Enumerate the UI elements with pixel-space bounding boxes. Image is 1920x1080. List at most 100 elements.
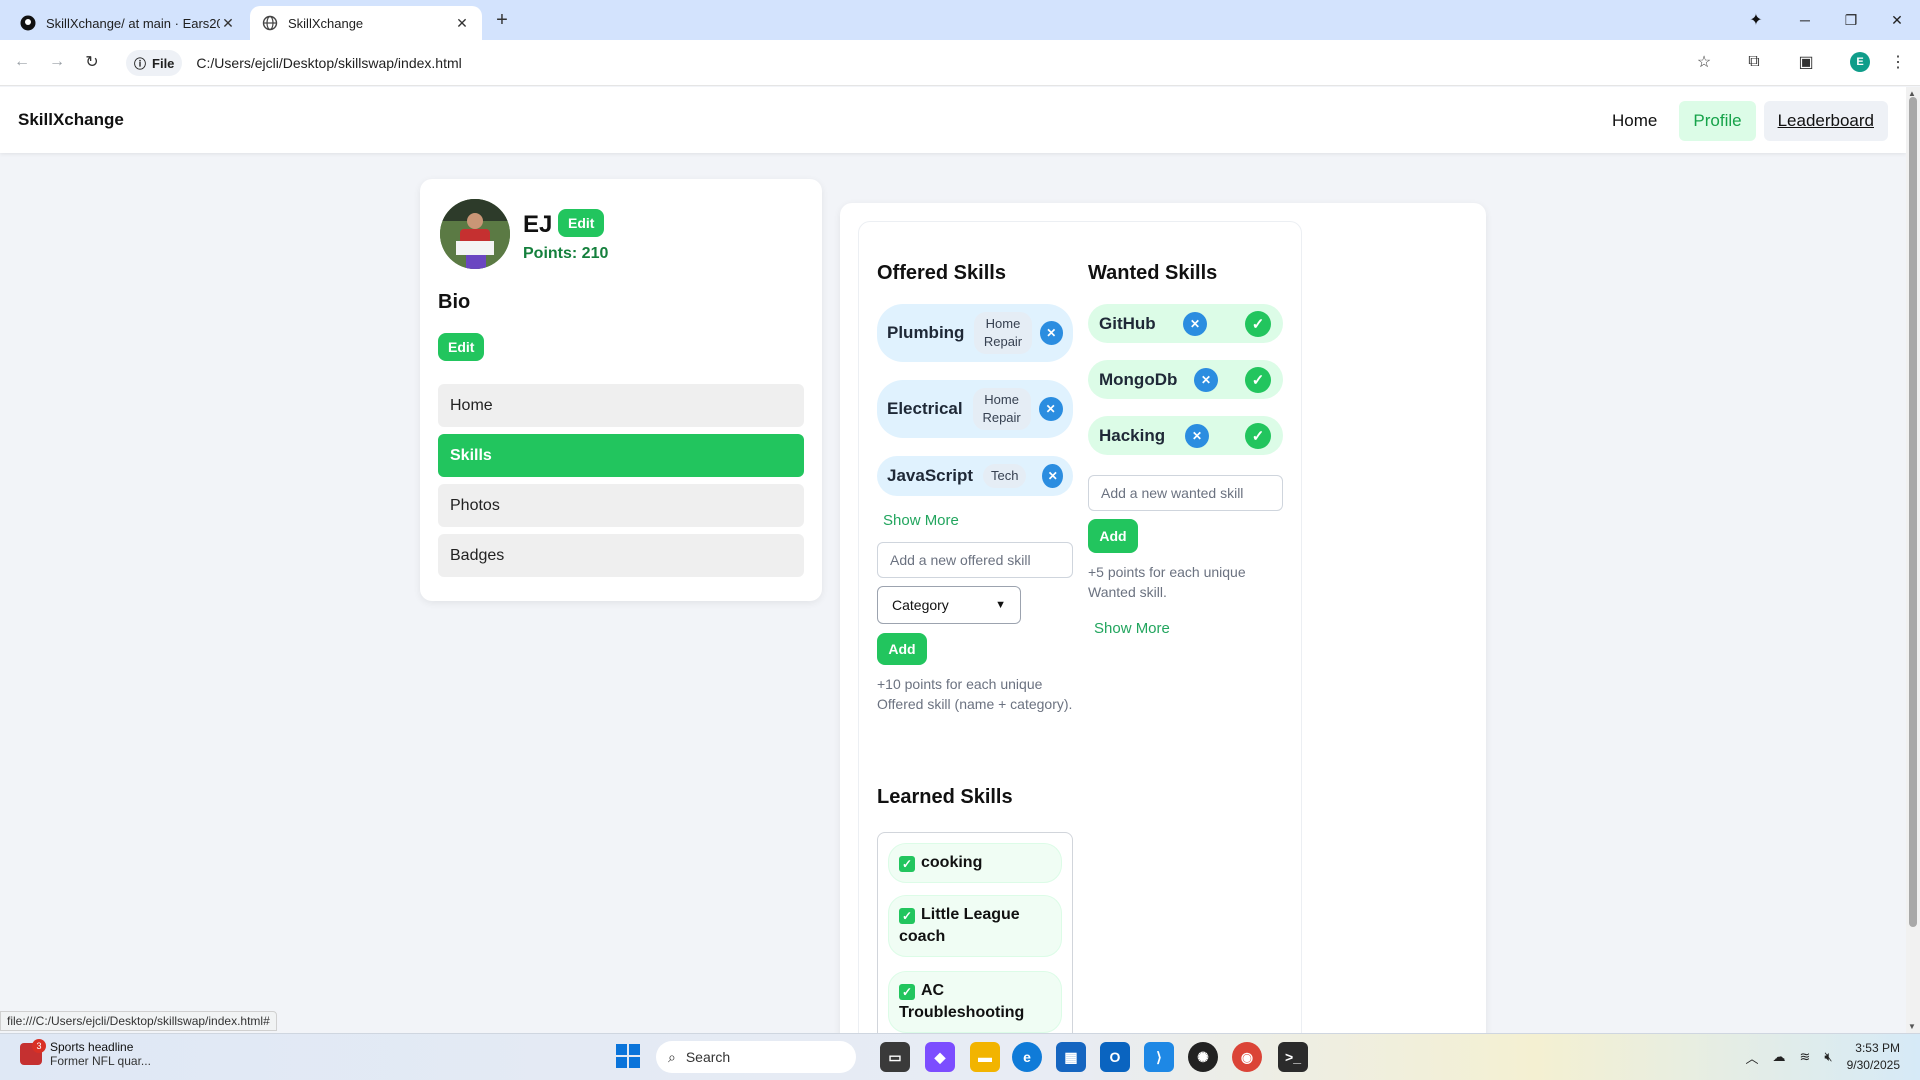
close-window-icon[interactable]: ✕ [1874,12,1920,29]
browser-tab-strip: SkillXchange/ at main · Ears200 ✕ SkillX… [0,0,1920,40]
offered-skill-item: Plumbing Home Repair ✕ [877,304,1073,362]
task-view-icon[interactable]: ▭ [880,1042,910,1072]
skill-name: GitHub [1099,313,1156,333]
category-select[interactable]: Category ▼ [877,586,1021,624]
menu-item-home[interactable]: Home [438,384,804,427]
offered-show-more-link[interactable]: Show More [883,512,959,529]
brand-logo[interactable]: SkillXchange [18,110,124,130]
chrome-icon[interactable]: ◉ [1232,1042,1262,1072]
nav-home-link[interactable]: Home [1598,101,1671,141]
checkbox-checked-icon: ✓ [899,984,915,1000]
wanted-skill-input[interactable]: Add a new wanted skill [1088,475,1283,511]
status-url-bubble: file:///C:/Users/ejcli/Desktop/skillswap… [0,1011,277,1031]
skills-panel: Offered Skills Plumbing Home Repair ✕ El… [840,203,1486,1033]
bio-heading: Bio [438,291,471,313]
onedrive-icon[interactable]: ☁ [1773,1049,1786,1065]
menu-kebab-icon[interactable]: ⋮ [1886,50,1910,74]
wanted-show-more-link[interactable]: Show More [1094,620,1170,637]
chevron-up-icon[interactable]: ︿ [1745,1048,1758,1067]
skill-name: Hacking [1099,425,1166,445]
profile-avatar-button[interactable]: E [1848,50,1872,74]
skill-name: Plumbing [887,323,965,342]
forward-icon[interactable]: → [45,50,69,74]
points-label: Points: 210 [523,245,609,262]
taskbar-search[interactable]: ⌕ Search [656,1041,856,1073]
windows-start-icon[interactable] [616,1044,640,1068]
new-tab-icon[interactable]: + [490,8,514,32]
gemini-icon[interactable]: ✦ [1744,8,1768,32]
profile-card: EJ Edit Points: 210 Bio Edit Home Skills… [420,179,822,601]
edit-bio-button[interactable]: Edit [438,333,485,361]
remove-icon[interactable]: ✕ [1042,464,1063,488]
learned-skills-heading: Learned Skills [877,786,1013,808]
bookmark-star-icon[interactable]: ☆ [1692,50,1716,74]
user-name: EJ [523,211,553,238]
remove-icon[interactable]: ✕ [1039,321,1063,345]
window-controls: ─ ❐ ✕ [1782,0,1920,40]
add-wanted-skill-button[interactable]: Add [1088,519,1138,553]
check-icon[interactable]: ✓ [1245,366,1271,393]
page-scrollbar[interactable]: ▲ ▼ [1906,87,1920,1033]
skills-inner-card: Offered Skills Plumbing Home Repair ✕ El… [858,221,1302,1033]
site-info-chip[interactable]: ⓘ File [126,50,183,76]
skill-name: JavaScript [887,466,973,485]
wanted-points-note: +5 points for each unique Wanted skill. [1088,564,1246,600]
remove-icon[interactable]: ✕ [1038,397,1063,421]
wifi-icon[interactable]: ≋ [1800,1049,1811,1065]
reload-icon[interactable]: ↻ [80,50,104,74]
close-icon[interactable]: ✕ [454,15,470,31]
add-offered-skill-button[interactable]: Add [877,633,927,665]
menu-item-photos[interactable]: Photos [438,484,804,527]
learned-skill-item: ✓ AC Troubleshooting [888,971,1062,1033]
clock[interactable]: 3:53 PM 9/30/2025 [1847,1040,1900,1074]
nav-leaderboard-link[interactable]: Leaderboard [1763,101,1888,141]
menu-item-skills[interactable]: Skills [438,434,804,477]
skill-name: Electrical [887,399,963,418]
vscode-icon[interactable]: ⟩ [1144,1042,1174,1072]
restore-icon[interactable]: ❐ [1828,12,1874,29]
minimize-icon[interactable]: ─ [1782,12,1828,28]
remove-icon[interactable]: ✕ [1183,311,1207,336]
close-icon[interactable]: ✕ [220,15,236,31]
copilot-icon[interactable]: ◆ [925,1042,955,1072]
remove-icon[interactable]: ✕ [1185,423,1209,448]
extensions-icon[interactable]: ⧉ [1742,50,1766,74]
info-icon: ⓘ [134,56,147,71]
news-widget[interactable]: 3 Sports headline Former NFL quar... [20,1039,151,1068]
offered-points-note: +10 points for each unique Offered skill… [877,676,1073,712]
profile-menu: Home Skills Photos Badges [438,384,804,584]
store-icon[interactable]: ▦ [1056,1042,1086,1072]
wanted-skill-item: GitHub ✕ ✓ [1088,304,1283,343]
remove-icon[interactable]: ✕ [1194,367,1218,392]
windows-taskbar: 3 Sports headline Former NFL quar... ⌕ S… [0,1033,1920,1080]
offered-skill-item: JavaScript Tech ✕ [877,456,1073,496]
skill-category: Home Repair [972,388,1031,430]
tab-skillxchange[interactable]: SkillXchange ✕ [250,6,482,40]
scroll-down-icon[interactable]: ▼ [1908,1022,1916,1031]
speaker-muted-icon[interactable]: 🔇︎ [1824,1049,1832,1065]
chatgpt-icon[interactable]: ✺ [1188,1042,1218,1072]
tab-github[interactable]: SkillXchange/ at main · Ears200 ✕ [8,6,248,40]
nav-links: Home Profile Leaderboard [1598,101,1888,141]
tab-title: SkillXchange [288,15,364,31]
check-icon[interactable]: ✓ [1245,310,1271,337]
nav-profile-link[interactable]: Profile [1679,101,1756,141]
checkbox-checked-icon: ✓ [899,856,915,872]
wanted-skills-heading: Wanted Skills [1088,262,1218,284]
edit-name-button[interactable]: Edit [558,209,605,237]
back-icon[interactable]: ← [10,50,34,74]
check-icon[interactable]: ✓ [1245,422,1271,449]
edge-icon[interactable]: e [1012,1042,1042,1072]
learned-skills-list: ✓ cooking ✓ Little League coach ✓ AC Troubl… [877,832,1073,1033]
wanted-skill-item: MongoDb ✕ ✓ [1088,360,1283,399]
menu-item-badges[interactable]: Badges [438,534,804,577]
terminal-icon[interactable]: >_ [1278,1042,1308,1072]
scrollbar-thumb[interactable] [1909,97,1917,927]
app-navbar: SkillXchange Home Profile Leaderboard [0,87,1906,153]
file-explorer-icon[interactable]: ▬ [970,1042,1000,1072]
url-text: C:/Users/ejcli/Desktop/skillswap/index.h… [196,55,462,71]
tab-search-icon[interactable]: ▣ [1794,50,1818,74]
outlook-icon[interactable]: O [1100,1042,1130,1072]
address-bar[interactable]: ⓘ File C:/Users/ejcli/Desktop/skillswap/… [122,46,1732,80]
offered-skill-input[interactable]: Add a new offered skill [877,542,1073,578]
